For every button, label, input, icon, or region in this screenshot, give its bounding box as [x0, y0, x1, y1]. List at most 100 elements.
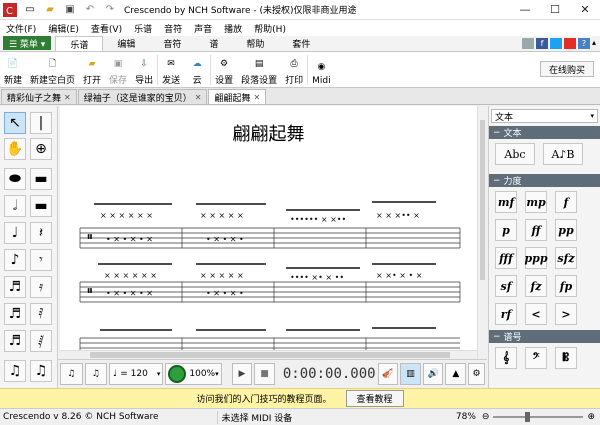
buy-online-button[interactable]: 在线购买	[539, 61, 594, 77]
half-note-icon[interactable]: 𝅗𝅥	[4, 195, 26, 217]
menu-note[interactable]: 音符	[158, 22, 188, 35]
bass-notes-icon[interactable]: ♫	[84, 363, 107, 385]
menu-sound[interactable]: 声音	[188, 22, 218, 35]
export-button[interactable]: ⇩ 导出	[131, 52, 157, 88]
share-icon[interactable]	[521, 38, 534, 49]
doc-icon[interactable]: ▭	[23, 3, 37, 17]
section-header-clefs[interactable]: − 谱号	[489, 330, 600, 343]
tab-suite[interactable]: 套件	[278, 36, 324, 51]
dynamic-ff[interactable]: ff	[525, 219, 547, 241]
decrescendo-hairpin-icon[interactable]: >	[555, 303, 577, 325]
horizontal-scrollbar[interactable]	[60, 350, 477, 359]
alto-clef-icon[interactable]: 𝄡	[555, 347, 577, 369]
save-button[interactable]: ▣ 保存	[105, 52, 131, 88]
doc-tab-active[interactable]: 翩翩起舞 ✕	[208, 89, 267, 104]
maximize-button[interactable]: ☐	[540, 0, 570, 20]
dynamic-mp[interactable]: mp	[525, 191, 547, 213]
section-header-text[interactable]: − 文本	[489, 126, 600, 139]
dynamic-mf[interactable]: mf	[495, 191, 517, 213]
zoom-out-icon[interactable]: ⊖	[482, 412, 490, 422]
thirtysecond-rest-icon[interactable]: 𝅀	[30, 303, 52, 325]
zoom-in-icon[interactable]: ⊕	[587, 412, 595, 422]
scroll-thumb[interactable]	[480, 120, 485, 280]
tab-note[interactable]: 音符	[149, 36, 195, 51]
print-button[interactable]: ⎙ 打印	[281, 52, 307, 88]
quarter-rest-icon[interactable]: 𝄽	[30, 222, 52, 244]
sixtyfourth-rest-icon[interactable]: 𝅁	[30, 330, 52, 352]
menu-score[interactable]: 乐谱	[128, 22, 158, 35]
menu-file[interactable]: 文件(F)	[0, 22, 42, 35]
play-button[interactable]: ▶	[231, 363, 253, 385]
hand-tool-icon[interactable]: ✋	[4, 138, 26, 160]
folder-icon[interactable]: ▰	[43, 3, 57, 17]
zoom-slider[interactable]	[493, 412, 584, 422]
chord-symbol-icon[interactable]: A♪B	[543, 143, 583, 165]
dynamic-fz[interactable]: fz	[525, 275, 547, 297]
zoom-tool-icon[interactable]: ⊕	[30, 138, 52, 160]
facebook-icon[interactable]: f	[535, 38, 548, 49]
dynamic-fp[interactable]: fp	[555, 275, 577, 297]
dynamic-pp[interactable]: pp	[555, 219, 577, 241]
sixteenth-rest-icon[interactable]: 𝄿	[30, 276, 52, 298]
text-cursor-icon[interactable]: |	[30, 112, 52, 134]
tab-help[interactable]: 帮助	[232, 36, 278, 51]
panel-selector[interactable]: 文本 ▾	[491, 109, 598, 123]
sixtyfourth-note-icon[interactable]: ♬	[4, 330, 26, 352]
instrument-icon[interactable]: 🎻	[377, 363, 399, 385]
close-button[interactable]: ✕	[570, 0, 600, 20]
tempo-selector[interactable]: ♩ = 120 ▾	[109, 363, 164, 385]
select-tool-icon[interactable]: ↖	[4, 112, 26, 134]
scroll-thumb[interactable]	[90, 352, 450, 358]
help-icon[interactable]: ?	[577, 38, 590, 49]
dynamic-sf[interactable]: sf	[495, 275, 517, 297]
new-blank-button[interactable]: 🗋 新建空白页	[26, 52, 79, 88]
doc-tab[interactable]: 精彩仙子之舞 ✕	[1, 89, 77, 104]
dynamic-sfz[interactable]: sfz	[555, 247, 577, 269]
volume-control[interactable]: 100% ▾	[165, 363, 222, 385]
save-quick-icon[interactable]: ▣	[63, 3, 77, 17]
tab-staff[interactable]: 谱	[195, 36, 232, 51]
quarter-note-icon[interactable]: ♩	[4, 222, 26, 244]
close-tab-icon[interactable]: ✕	[253, 93, 260, 102]
whole-note-icon[interactable]: ⬬	[4, 168, 26, 190]
midi-button[interactable]: ◉ Midi	[308, 52, 334, 88]
send-button[interactable]: ✉ 发送	[158, 52, 184, 88]
cloud-button[interactable]: ☁ 云	[184, 52, 210, 88]
dynamic-fff[interactable]: fff	[495, 247, 517, 269]
main-menu-button[interactable]: ☰ 菜单 ▾	[3, 36, 52, 50]
menu-play[interactable]: 播放	[218, 22, 248, 35]
eighth-note-icon[interactable]: ♪	[4, 249, 26, 271]
metronome-toggle-icon[interactable]: ▥	[400, 363, 421, 385]
thirtysecond-note-icon[interactable]: ♬	[4, 303, 26, 325]
menu-edit[interactable]: 编辑(E)	[42, 22, 85, 35]
speaker-icon[interactable]: 🔊	[422, 363, 444, 385]
text-tool-icon[interactable]: Abc	[495, 143, 535, 165]
dynamic-p[interactable]: p	[495, 219, 517, 241]
half-rest-icon[interactable]: ▬	[30, 195, 52, 217]
eighth-rest-icon[interactable]: 𝄾	[30, 249, 52, 271]
treble-notes-icon[interactable]: ♫	[60, 363, 83, 385]
dynamic-ppp[interactable]: ppp	[524, 247, 548, 269]
zoom-slider-thumb[interactable]	[525, 412, 531, 422]
staff-settings-button[interactable]: ▤ 段落设置	[237, 52, 281, 88]
tab-score[interactable]: 乐谱	[55, 36, 104, 51]
close-tab-icon[interactable]: ✕	[195, 93, 202, 102]
new-button[interactable]: 📄 新建	[0, 52, 26, 88]
crescendo-hairpin-icon[interactable]: <	[525, 303, 547, 325]
score-canvas[interactable]: 翩翩起舞 𝄥 𝄥 × × × × × × × × × × × •••••• × …	[60, 106, 477, 350]
settings-small-icon[interactable]: ⚙	[468, 363, 485, 385]
triplet-icon[interactable]: ♫	[4, 360, 26, 382]
close-tab-icon[interactable]: ✕	[64, 93, 71, 102]
redo-icon[interactable]: ↷	[103, 3, 117, 17]
dynamic-rf[interactable]: rf	[495, 303, 517, 325]
bass-clef-icon[interactable]: 𝄢	[525, 347, 547, 369]
treble-clef-icon[interactable]: 𝄞	[495, 347, 517, 369]
collapse-ribbon-icon[interactable]: ▴	[592, 38, 596, 49]
beam-notes-icon[interactable]: ♫	[30, 360, 52, 382]
whole-rest-icon[interactable]: ▬	[30, 168, 52, 190]
dynamic-f[interactable]: f	[555, 191, 577, 213]
metronome-icon[interactable]: ▲	[445, 363, 467, 385]
twitter-icon[interactable]	[549, 38, 562, 49]
undo-icon[interactable]: ↶	[83, 3, 97, 17]
settings-button[interactable]: ⚙ 设置	[211, 52, 237, 88]
